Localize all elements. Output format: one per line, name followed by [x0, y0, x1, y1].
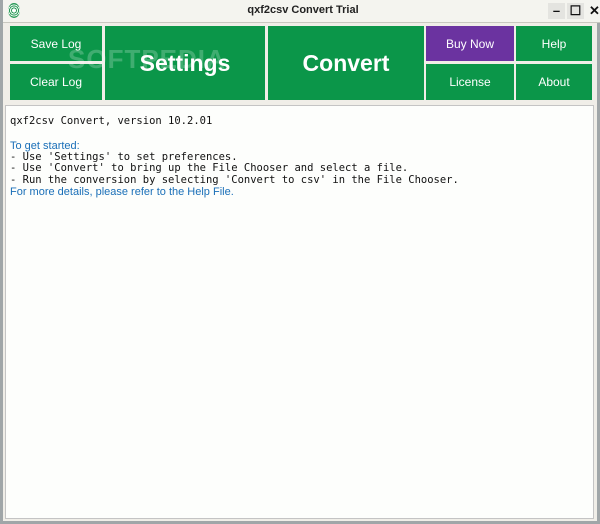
buy-now-button[interactable]: Buy Now — [426, 26, 514, 61]
convert-button[interactable]: Convert — [268, 26, 424, 100]
settings-button[interactable]: Settings — [105, 26, 265, 100]
help-label: Help — [541, 36, 567, 51]
log-area[interactable]: qxf2csv Convert, version 10.2.01 To get … — [5, 105, 594, 519]
minimize-button[interactable]: – — [548, 3, 565, 19]
save-log-button[interactable]: Save Log — [10, 26, 102, 61]
app-window: qxf2csv Convert Trial – ☐ ✕ Save Log Cle… — [0, 0, 600, 524]
about-button[interactable]: About — [516, 64, 592, 100]
settings-label: Settings — [139, 49, 231, 76]
clear-log-button[interactable]: Clear Log — [10, 64, 102, 100]
save-log-label: Save Log — [30, 36, 82, 51]
buy-now-label: Buy Now — [445, 36, 495, 51]
log-step: - Use 'Convert' to bring up the File Cho… — [10, 162, 409, 174]
license-label: License — [449, 75, 491, 89]
clear-log-label: Clear Log — [29, 75, 83, 89]
get-started-heading: To get started: — [10, 139, 80, 152]
maximize-button[interactable]: ☐ — [567, 3, 584, 19]
title-bar[interactable]: qxf2csv Convert Trial – ☐ ✕ — [3, 0, 600, 23]
log-step: - Run the conversion by selecting 'Conve… — [10, 173, 459, 186]
license-button[interactable]: License — [426, 64, 514, 100]
more-details-text: For more details, please refer to the He… — [10, 186, 234, 198]
convert-label: Convert — [302, 49, 390, 76]
version-line: qxf2csv Convert, version 10.2.01 — [10, 115, 213, 127]
help-button[interactable]: Help — [516, 26, 592, 61]
window-title: qxf2csv Convert Trial — [247, 4, 359, 16]
about-label: About — [538, 75, 570, 89]
close-button[interactable]: ✕ — [586, 3, 600, 19]
